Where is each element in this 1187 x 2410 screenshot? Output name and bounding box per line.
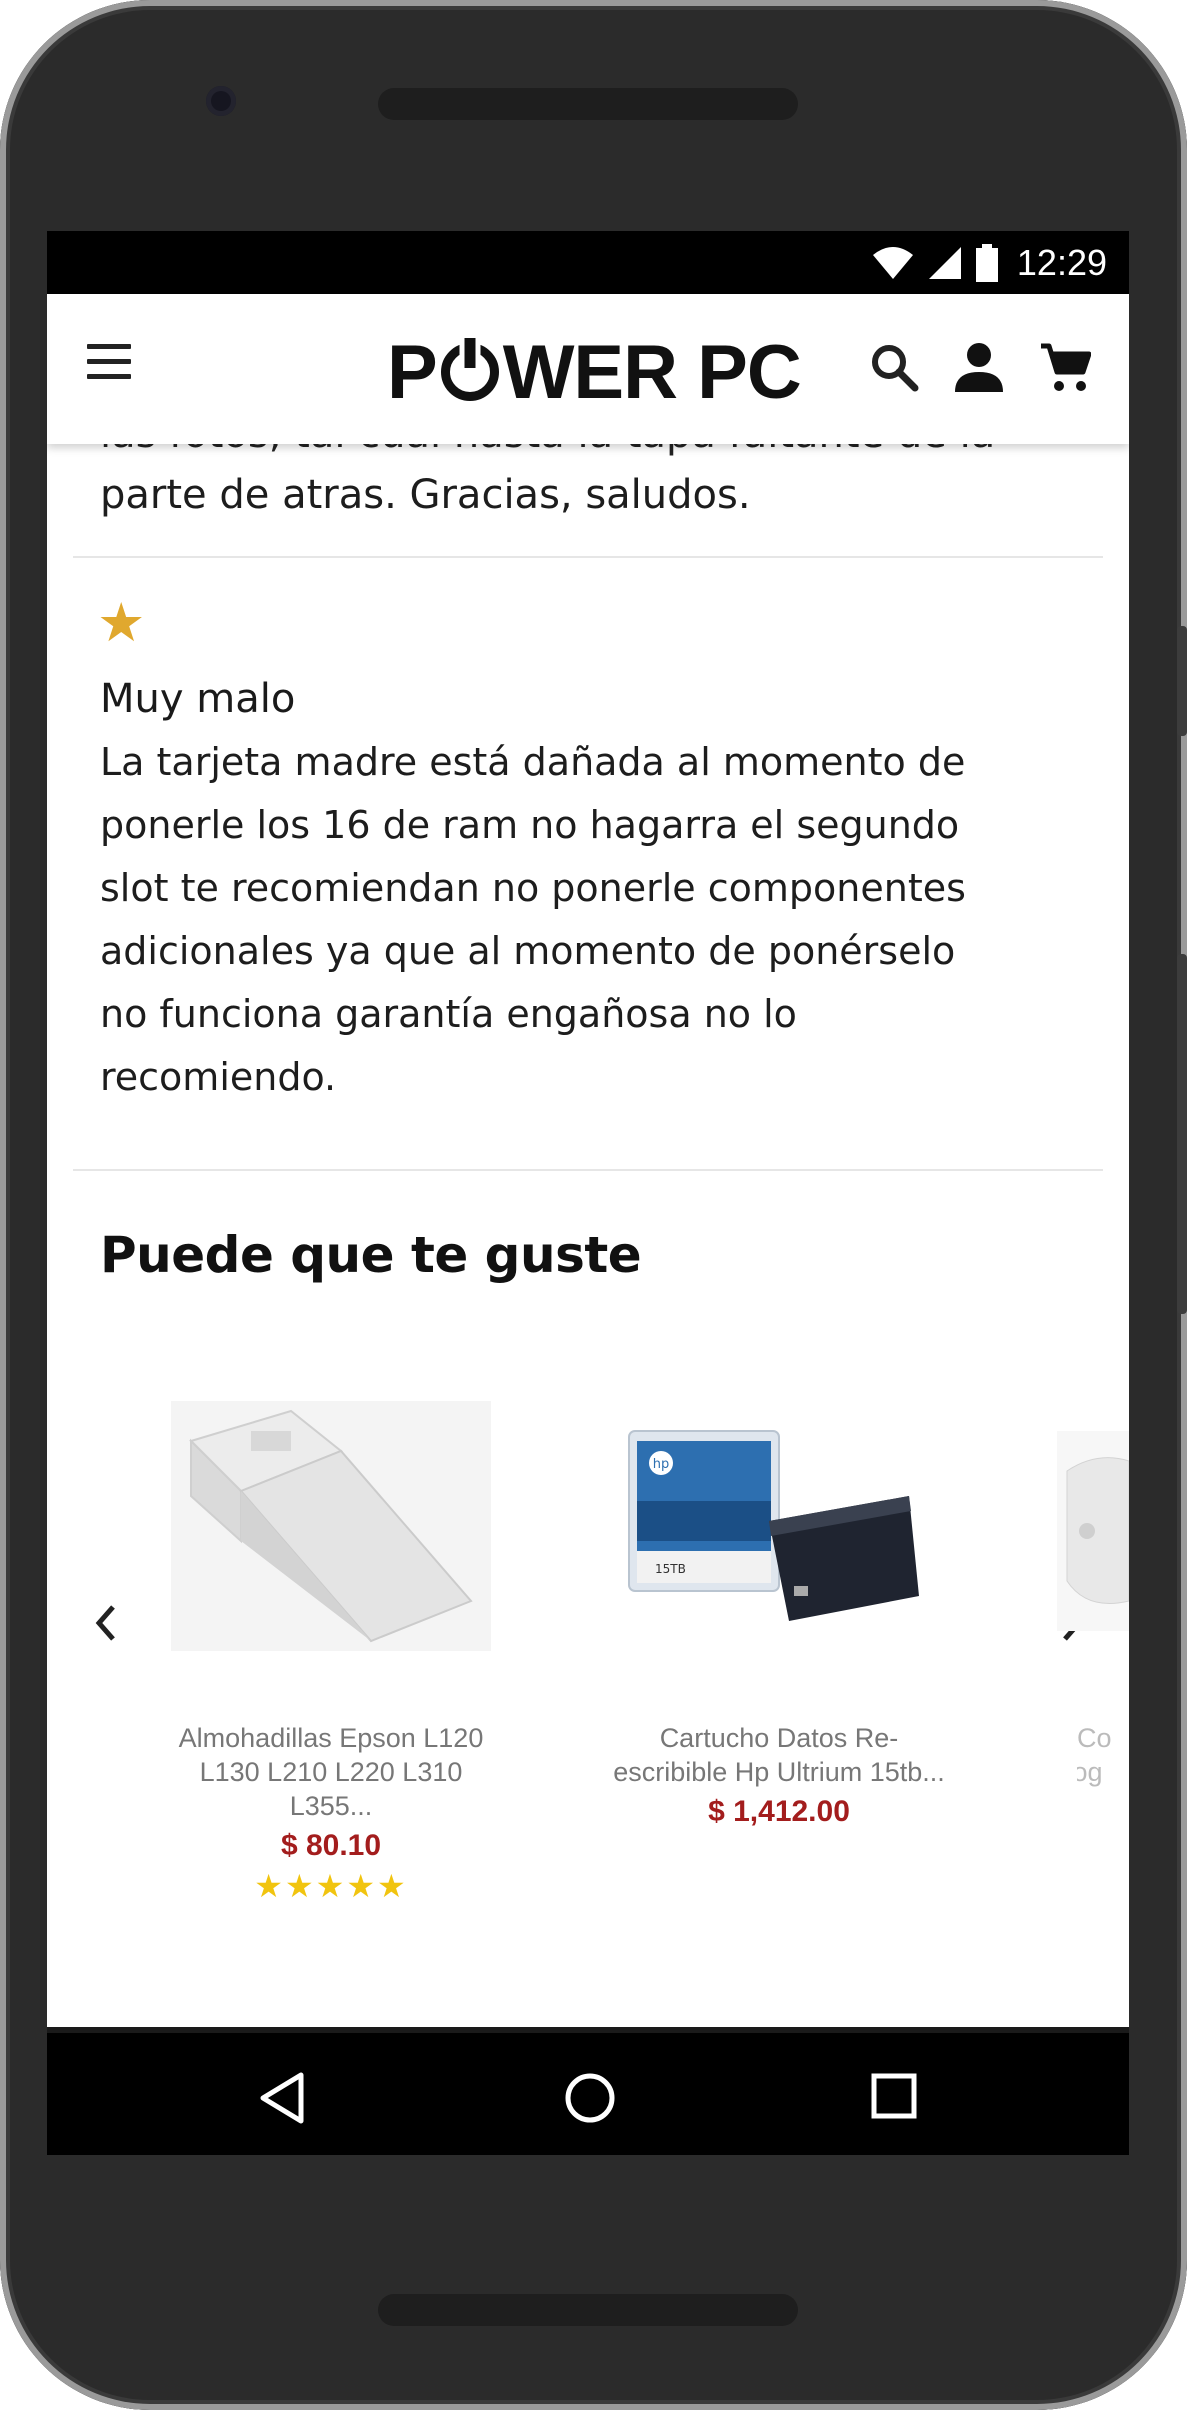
app-header: P WER PC — [47, 294, 1129, 444]
product-image[interactable] — [1057, 1431, 1129, 1631]
hamburger-icon[interactable] — [87, 344, 131, 384]
review-body-line: slot te recomiendan no ponerle component… — [100, 866, 966, 910]
search-icon[interactable] — [869, 342, 919, 392]
phone-frame: 12:29 P WER PC parte de atras. Gracias, … — [0, 0, 1187, 2410]
section-title: Puede que te guste — [100, 1226, 642, 1284]
rating-stars: ★★★★★ — [254, 1867, 408, 1905]
bottom-speaker — [378, 2294, 798, 2326]
status-time: 12:29 — [1016, 241, 1107, 283]
product-card[interactable]: Co Yog — [1077, 1721, 1129, 1789]
person-icon[interactable] — [953, 342, 1005, 392]
review-divider — [73, 556, 1103, 558]
review-partial-line: parte de atras. Gracias, saludos. — [100, 472, 751, 518]
volume-button — [1177, 954, 1187, 1314]
wifi-icon — [872, 246, 913, 279]
product-price: $ 1,412.00 — [708, 1795, 850, 1828]
home-circle-icon[interactable] — [563, 2071, 617, 2125]
product-name[interactable]: L130 L210 L220 L310 L355... — [161, 1755, 501, 1823]
review-body-line: no funciona garantía engañosa no lo — [100, 992, 797, 1036]
product-name[interactable]: Yog — [1077, 1755, 1129, 1789]
product-name[interactable]: Almohadillas Epson L120 — [161, 1721, 501, 1755]
review-body-line: La tarjeta madre está dañada al momento … — [100, 740, 966, 784]
product-image[interactable]: hp 15TB — [619, 1401, 939, 1651]
earpiece-speaker — [378, 88, 798, 120]
signal-icon — [928, 246, 961, 279]
review-body-line: adicionales ya que al momento de ponérse… — [100, 929, 956, 973]
logo[interactable]: P WER PC — [387, 330, 802, 415]
review-body-line: recomiendo. — [100, 1055, 337, 1099]
review-body-line: ponerle los 16 de ram no hagarra el segu… — [100, 803, 960, 847]
hp-logo-text: hp — [653, 1457, 670, 1472]
product-card[interactable]: Cartucho Datos Re- escribible Hp Ultrium… — [609, 1721, 949, 1829]
front-camera — [206, 86, 236, 116]
product-price: $ 80.10 — [280, 1829, 382, 1862]
hp-ultrium-cartridge-image: hp 15TB — [628, 1430, 919, 1621]
product-name[interactable]: Co — [1077, 1721, 1129, 1755]
product-card[interactable]: Almohadillas Epson L120 L130 L210 L220 L… — [161, 1721, 501, 1905]
logo-text-left: P — [387, 329, 438, 415]
epson-pad-image — [171, 1401, 491, 1651]
product-name[interactable]: Cartucho Datos Re- — [609, 1721, 949, 1755]
android-nav-bar — [47, 2027, 1129, 2155]
status-bar: 12:29 — [47, 231, 1129, 294]
logo-text-right: WER PC — [502, 329, 802, 415]
battery-icon — [975, 243, 998, 282]
review-body: La tarjeta madre está dañada al momento … — [100, 731, 1090, 1109]
capacity-label: 15TB — [655, 1562, 686, 1576]
screen: 12:29 P WER PC parte de atras. Gracias, … — [47, 231, 1129, 2155]
power-symbol-icon — [440, 343, 499, 401]
power-button — [1177, 626, 1187, 736]
rating-star-icon: ★ — [97, 591, 146, 654]
back-triangle-icon[interactable] — [257, 2071, 307, 2125]
product-image[interactable] — [171, 1401, 491, 1651]
recents-square-icon[interactable] — [869, 2071, 919, 2121]
cart-icon[interactable] — [1039, 342, 1091, 394]
review-title: Muy malo — [100, 676, 296, 722]
laptop-image — [1066, 1457, 1129, 1604]
review-divider — [73, 1169, 1103, 1171]
chevron-left-icon[interactable] — [91, 1601, 121, 1645]
product-name[interactable]: escribible Hp Ultrium 15tb... — [609, 1755, 949, 1789]
